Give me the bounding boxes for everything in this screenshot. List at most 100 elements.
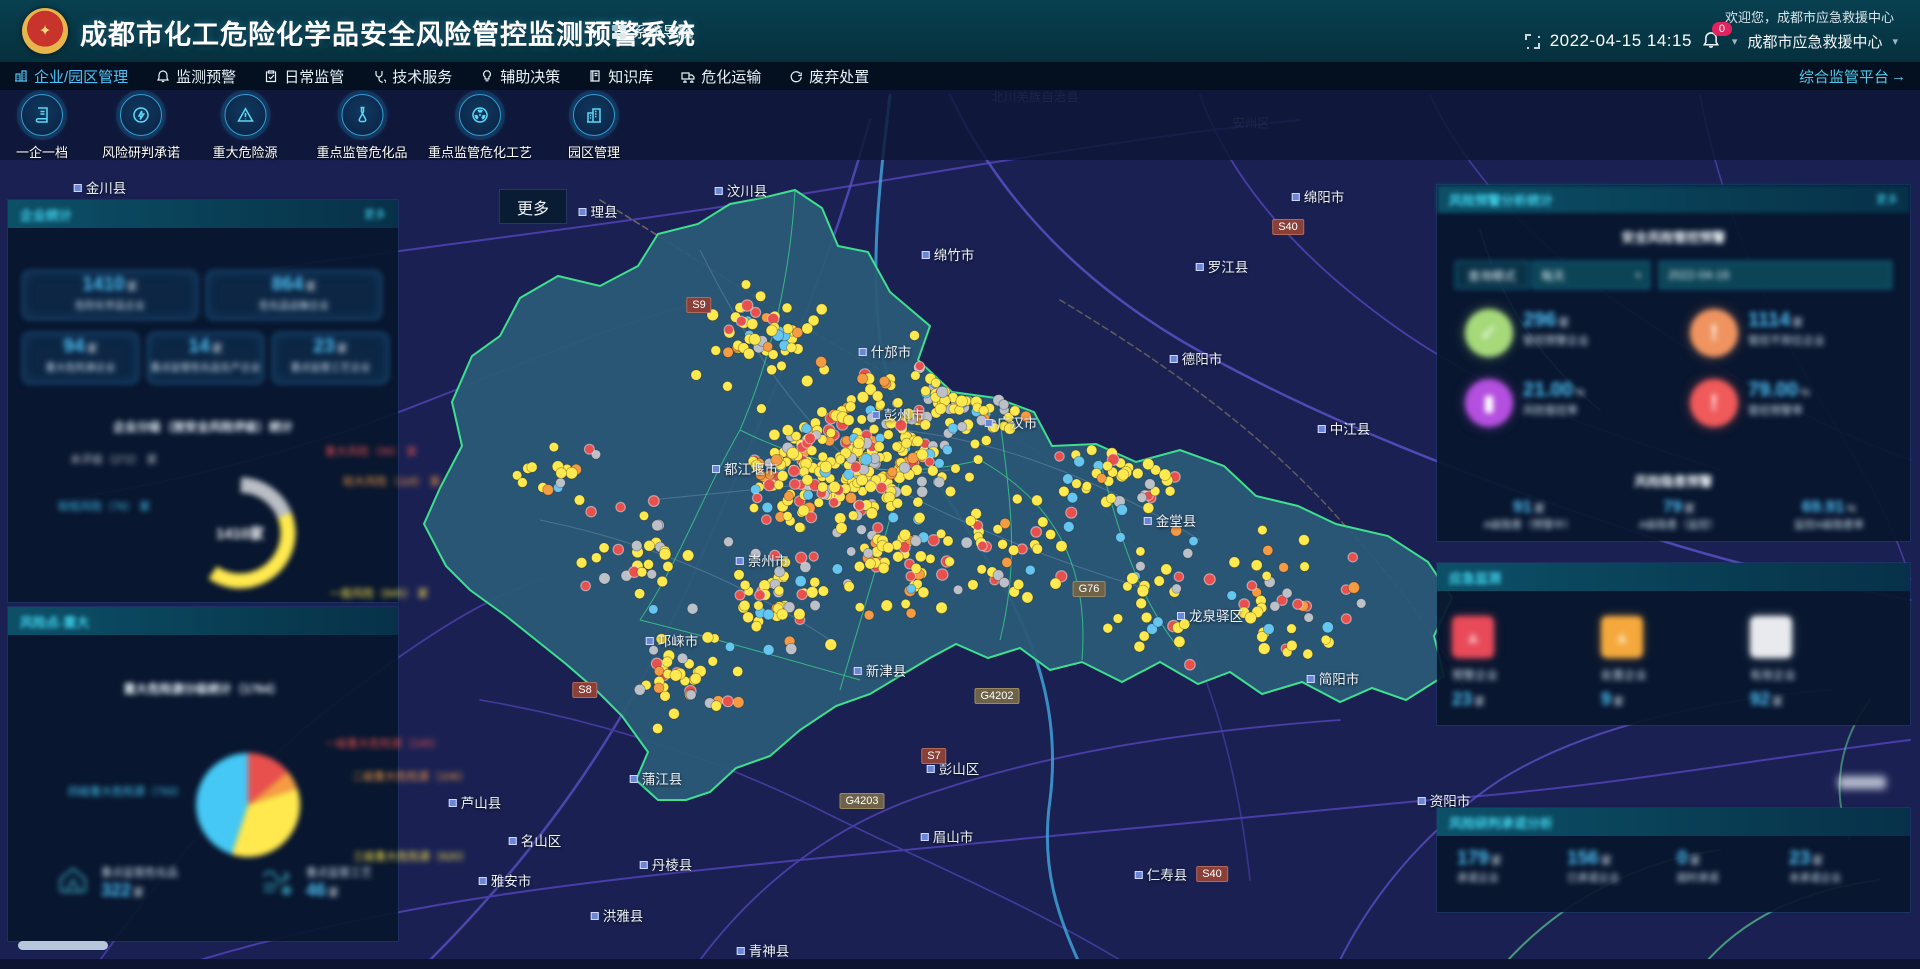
map-city-label: 洪雅县 bbox=[591, 905, 644, 925]
enterprise-dot bbox=[864, 610, 874, 620]
nav-item-5[interactable]: 辅助决策 bbox=[466, 62, 574, 90]
subnav-item-4[interactable]: 重点监管危化品 bbox=[316, 94, 407, 161]
pie-segment-label: 四级重大危险源（793） bbox=[68, 783, 185, 799]
nav-item-6[interactable]: 知识库 bbox=[574, 62, 667, 90]
user-menu[interactable]: 成都市应急救援中心 bbox=[1747, 31, 1882, 52]
subnav-item-2[interactable]: 风险研判承诺 bbox=[102, 94, 180, 161]
road-badge: G76 bbox=[1073, 581, 1106, 597]
enterprise-dot bbox=[787, 447, 799, 459]
system-nav-toggle[interactable]: 系统导航 bbox=[612, 21, 693, 42]
enterprise-dot bbox=[723, 347, 733, 357]
enterprise-dot bbox=[1141, 612, 1152, 623]
enterprise-dot bbox=[1031, 527, 1042, 538]
enterprise-dot bbox=[901, 485, 912, 496]
nav-item-1[interactable]: 企业/园区管理 bbox=[0, 62, 142, 90]
map-city-label: 金川县 bbox=[74, 177, 127, 197]
bulb-icon bbox=[480, 69, 494, 83]
enterprise-dot bbox=[1136, 547, 1145, 556]
map-city-label: 崇州市 bbox=[736, 550, 789, 570]
enterprise-dot bbox=[1055, 452, 1064, 461]
subnav-item-3[interactable]: 重大危险源 bbox=[212, 94, 277, 161]
enterprise-dot bbox=[818, 586, 828, 596]
chart-circle-icon: ▮ bbox=[1465, 379, 1513, 427]
warning-triangle-icon bbox=[224, 94, 266, 136]
panel-more-link[interactable]: 更多 bbox=[1876, 191, 1898, 207]
enterprise-dot bbox=[915, 362, 924, 371]
enterprise-dot bbox=[888, 467, 898, 477]
enterprise-dot bbox=[857, 525, 867, 535]
notification-bell[interactable]: 0 bbox=[1702, 30, 1722, 52]
city-marker-icon bbox=[1144, 517, 1152, 525]
horizontal-scrollbar-thumb[interactable] bbox=[18, 941, 108, 950]
warning-grid-stat: 296家管控预警企业 bbox=[1523, 309, 1589, 348]
enterprise-dot bbox=[1229, 557, 1240, 568]
nav-item-2[interactable]: 监测预警 bbox=[142, 62, 250, 90]
enterprise-dot bbox=[1251, 560, 1262, 571]
enterprise-dot bbox=[653, 723, 663, 733]
enterprise-dot bbox=[739, 600, 750, 611]
chevron-down-icon[interactable]: ▾ bbox=[1892, 35, 1898, 48]
subnav-item-6[interactable]: 园区管理 bbox=[568, 94, 620, 161]
enterprise-dot bbox=[917, 486, 928, 497]
emergency-status-icon bbox=[1750, 616, 1792, 658]
emergency-value: 9家 bbox=[1601, 689, 1624, 710]
enterprise-dot bbox=[1258, 643, 1270, 655]
enterprise-dot bbox=[906, 572, 916, 582]
enterprise-dot bbox=[911, 371, 920, 380]
map-city-label: 汶川县 bbox=[715, 180, 768, 200]
enterprise-dot bbox=[1134, 641, 1145, 652]
enterprise-dot bbox=[1183, 548, 1193, 558]
filter-mode-select[interactable]: 每天▾ bbox=[1532, 261, 1650, 289]
city-marker-icon bbox=[736, 557, 744, 565]
city-marker-icon bbox=[737, 947, 745, 955]
enterprise-dot bbox=[657, 576, 668, 587]
map-city-label: 青神县 bbox=[737, 940, 790, 960]
platform-link[interactable]: 综合监管平台→ bbox=[1799, 62, 1906, 90]
enterprise-dot bbox=[774, 586, 783, 595]
book-icon bbox=[588, 69, 602, 83]
emergency-label: 处置企业 bbox=[1601, 667, 1647, 683]
enterprise-dot bbox=[1127, 573, 1139, 585]
enterprise-dot bbox=[1293, 599, 1303, 609]
chevron-down-icon[interactable]: ▾ bbox=[1732, 35, 1738, 48]
nav-item-7[interactable]: 危化运输 bbox=[667, 62, 775, 90]
nav-item-3[interactable]: 日常监管 bbox=[250, 62, 358, 90]
enterprise-dot bbox=[999, 400, 1009, 410]
arrow-right-icon: → bbox=[1891, 68, 1906, 85]
enterprise-dot bbox=[1165, 486, 1175, 496]
subnav-item-1[interactable]: 一企一档 bbox=[16, 94, 68, 161]
enterprise-dot bbox=[817, 407, 827, 417]
enterprise-dot bbox=[874, 442, 884, 452]
enterprise-dot bbox=[751, 621, 761, 631]
filter-date-input[interactable]: 2022-04-16 bbox=[1659, 261, 1892, 289]
nav-item-4[interactable]: 技术服务 bbox=[358, 62, 466, 90]
enterprise-dot bbox=[1189, 537, 1198, 546]
panel-title: 应急监测 bbox=[1449, 568, 1501, 587]
enterprise-dot bbox=[810, 600, 820, 610]
city-marker-icon bbox=[985, 419, 993, 427]
road-badge: S40 bbox=[1196, 866, 1228, 882]
enterprise-dot bbox=[914, 512, 925, 523]
enterprise-dot bbox=[767, 365, 777, 375]
enterprise-dot bbox=[690, 673, 701, 684]
enterprise-dot bbox=[937, 386, 948, 397]
enterprise-dot bbox=[1103, 623, 1113, 633]
commitment-stat: 0家超时承诺 bbox=[1677, 848, 1719, 885]
map-more-button[interactable]: 更多 bbox=[500, 190, 566, 223]
nav-item-label: 知识库 bbox=[608, 66, 653, 87]
city-marker-icon bbox=[1318, 425, 1326, 433]
panel-more-link[interactable]: 更多 bbox=[364, 206, 386, 222]
enterprise-dot bbox=[733, 697, 744, 708]
enterprise-dot bbox=[1322, 622, 1333, 633]
enterprise-dot bbox=[1116, 533, 1126, 543]
city-marker-icon bbox=[591, 912, 599, 920]
enterprise-dot bbox=[1022, 592, 1033, 603]
enterprise-dot bbox=[634, 684, 645, 695]
stethoscope-icon bbox=[372, 69, 386, 83]
enterprise-dot bbox=[740, 580, 750, 590]
subnav-item-5[interactable]: 重点监管危化工艺 bbox=[428, 94, 532, 161]
enterprise-dot bbox=[1012, 494, 1022, 504]
fullscreen-icon[interactable] bbox=[1525, 34, 1540, 49]
nav-item-8[interactable]: 废弃处置 bbox=[775, 62, 883, 90]
enterprise-dot bbox=[1032, 544, 1042, 554]
